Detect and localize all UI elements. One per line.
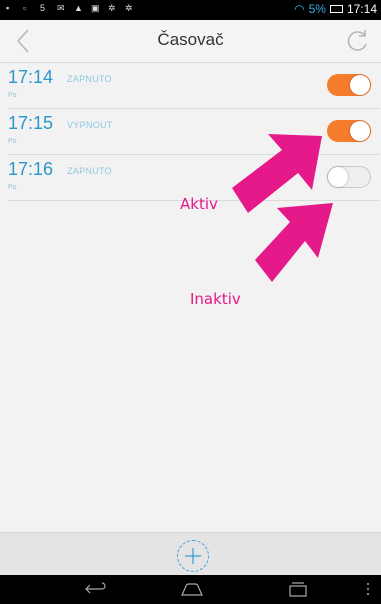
home-nav-icon[interactable] [180, 581, 204, 597]
active-label: Aktiv [180, 195, 218, 213]
timer-toggle[interactable] [327, 120, 371, 142]
timer-time: 17:16 [8, 159, 54, 179]
navigation-bar [0, 575, 381, 604]
recents-nav-icon[interactable] [288, 581, 308, 597]
timer-time: 17:15 [8, 113, 54, 133]
inactive-label: Inaktiv [190, 290, 241, 308]
timer-day: Po [8, 138, 17, 145]
toggle-knob [350, 75, 370, 95]
plus-icon [185, 548, 201, 564]
bottom-toolbar [0, 532, 381, 576]
mail-icon: ✉ [57, 3, 65, 13]
timer-row[interactable]: 17:14 ZAPNUTO Po [8, 63, 380, 109]
timer-list: 17:14 ZAPNUTO Po 17:15 VYPNOUT Po 17:16 … [8, 63, 380, 201]
status-right: ◠ 5% 17:14 [294, 2, 377, 16]
timer-day: Po [8, 92, 17, 99]
notification-icons: ▪ ▫ 5 ✉ ▲ ▣ ✲ ✲ [6, 3, 135, 13]
menu-nav-icon[interactable] [365, 581, 371, 597]
timer-row[interactable]: 17:15 VYPNOUT Po [8, 109, 380, 155]
toggle-knob [350, 121, 370, 141]
page-title: Časovač [157, 30, 224, 49]
refresh-icon[interactable] [343, 27, 371, 55]
timer-state: ZAPNUTO [67, 74, 112, 84]
battery-percent: 5% [308, 2, 326, 16]
timer-day: Po [8, 184, 17, 191]
toggle-knob [328, 167, 348, 187]
timer-toggle[interactable] [327, 74, 371, 96]
warning-icon: ▲ [74, 3, 83, 13]
status-clock: 17:14 [346, 2, 377, 16]
timer-toggle[interactable] [327, 166, 371, 188]
sync-icon: ✲ [125, 3, 133, 13]
sim-icon: ▪ [6, 3, 10, 13]
settings-icon: ✲ [108, 3, 116, 13]
app-header: Časovač [0, 20, 381, 63]
message-icon: ▣ [91, 3, 100, 13]
signal-text: 5 [40, 3, 46, 13]
timer-state: VYPNOUT [67, 120, 113, 130]
back-nav-icon[interactable] [84, 581, 106, 597]
battery-icon [329, 5, 343, 13]
status-bar: ▪ ▫ 5 ✉ ▲ ▣ ✲ ✲ ◠ 5% 17:14 [0, 0, 381, 20]
timer-state: ZAPNUTO [67, 166, 112, 176]
timer-time: 17:14 [8, 67, 54, 87]
add-timer-button[interactable] [177, 540, 209, 572]
screenshot-icon: ▫ [23, 3, 27, 13]
wifi-icon: ◠ [294, 2, 305, 16]
